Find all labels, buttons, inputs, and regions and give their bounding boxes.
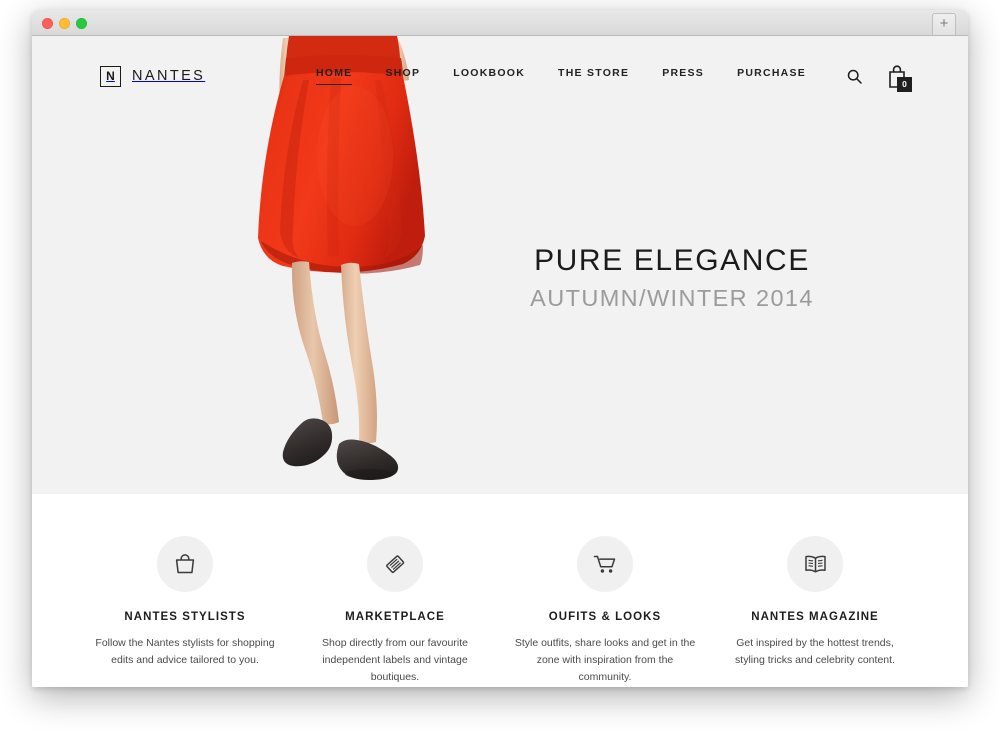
features-section: NANTES STYLISTS Follow the Nantes stylis… (32, 494, 968, 686)
feature-title: NANTES MAGAZINE (751, 611, 879, 623)
nav-item-lookbook[interactable]: LOOKBOOK (453, 67, 525, 85)
feature-marketplace[interactable]: MARKETPLACE Shop directly from our favou… (290, 536, 500, 686)
logo-text: NANTES (132, 68, 206, 84)
feature-description: Shop directly from our favourite indepen… (322, 637, 468, 683)
cart-count-badge: 0 (897, 76, 912, 92)
feature-description: Follow the Nantes stylists for shopping … (95, 637, 275, 666)
close-window-button[interactable] (42, 18, 53, 29)
site-header: N NANTES HOME SHOP LOOKBOOK THE STORE PR… (32, 36, 968, 116)
hero-section: N NANTES HOME SHOP LOOKBOOK THE STORE PR… (32, 36, 968, 494)
shopping-cart-icon (577, 536, 633, 592)
window-controls[interactable] (42, 18, 87, 29)
browser-titlebar: + (32, 10, 968, 36)
search-icon[interactable] (847, 69, 862, 84)
feature-nantes-magazine[interactable]: NANTES MAGAZINE Get inspired by the hott… (710, 536, 920, 686)
feature-description: Style outfits, share looks and get in th… (514, 637, 696, 683)
hero-subtitle: AUTUMN/WINTER 2014 (530, 284, 814, 311)
feature-description: Get inspired by the hottest trends, styl… (735, 637, 895, 666)
nav-item-shop[interactable]: SHOP (385, 67, 420, 85)
browser-window: + N NANTES HOME SHOP LOOKBOOK THE STORE … (32, 10, 968, 687)
hero-title: PURE ELEGANCE (534, 244, 810, 277)
nav-item-press[interactable]: PRESS (662, 67, 704, 85)
minimize-window-button[interactable] (59, 18, 70, 29)
shopping-bag-icon[interactable]: 0 (886, 64, 912, 92)
feature-title: MARKETPLACE (345, 611, 445, 623)
page-viewport: N NANTES HOME SHOP LOOKBOOK THE STORE PR… (32, 36, 968, 687)
new-tab-button[interactable]: + (932, 13, 956, 35)
feature-nantes-stylists[interactable]: NANTES STYLISTS Follow the Nantes stylis… (80, 536, 290, 686)
price-tag-icon (367, 536, 423, 592)
nav-item-purchase[interactable]: PURCHASE (737, 67, 806, 85)
header-icons: 0 (847, 64, 912, 92)
nav-item-the-store[interactable]: THE STORE (558, 67, 629, 85)
logo-mark-icon: N (100, 65, 121, 87)
feature-title: OUFITS & LOOKS (548, 611, 662, 623)
feature-outfits-and-looks[interactable]: OUFITS & LOOKS Style outfits, share look… (500, 536, 710, 686)
site-logo[interactable]: N NANTES (100, 65, 206, 87)
hero-copy: PURE ELEGANCE AUTUMN/WINTER 2014 (482, 244, 862, 312)
feature-title: NANTES STYLISTS (124, 611, 246, 623)
open-book-icon (787, 536, 843, 592)
nav-item-home[interactable]: HOME (315, 67, 353, 85)
main-navigation: HOME SHOP LOOKBOOK THE STORE PRESS PURCH… (315, 64, 912, 92)
maximize-window-button[interactable] (76, 18, 87, 29)
handbag-icon (157, 536, 213, 592)
